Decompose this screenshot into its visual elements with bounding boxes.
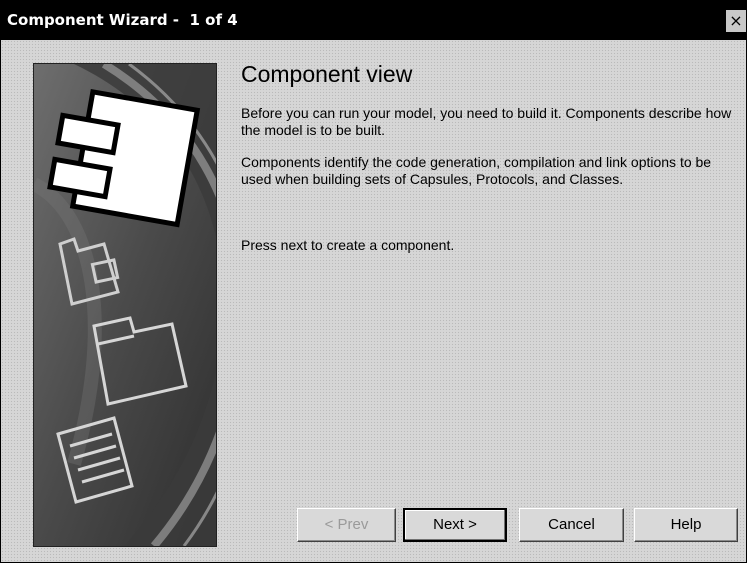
details-paragraph: Components identify the code generation,… xyxy=(241,154,712,187)
help-button[interactable]: Help xyxy=(634,508,738,542)
window-title: Component Wizard - 1 of 4 xyxy=(7,11,238,29)
intro-paragraph: Before you can run your model, you need … xyxy=(241,105,732,138)
component-wizard-dialog: Component Wizard - 1 of 4 × Component vi… xyxy=(0,0,747,563)
prev-button[interactable]: < Prev xyxy=(297,508,396,542)
close-button[interactable]: × xyxy=(726,10,746,32)
title-bar: Component Wizard - 1 of 4 × xyxy=(1,1,746,40)
cancel-button[interactable]: Cancel xyxy=(519,508,624,542)
next-button[interactable]: Next > xyxy=(403,508,507,542)
close-icon: × xyxy=(729,11,743,30)
wizard-banner-image xyxy=(33,63,217,547)
instruction-paragraph: Press next to create a component. xyxy=(241,237,455,253)
banner-artwork xyxy=(34,64,216,546)
page-heading: Component view xyxy=(241,61,413,87)
